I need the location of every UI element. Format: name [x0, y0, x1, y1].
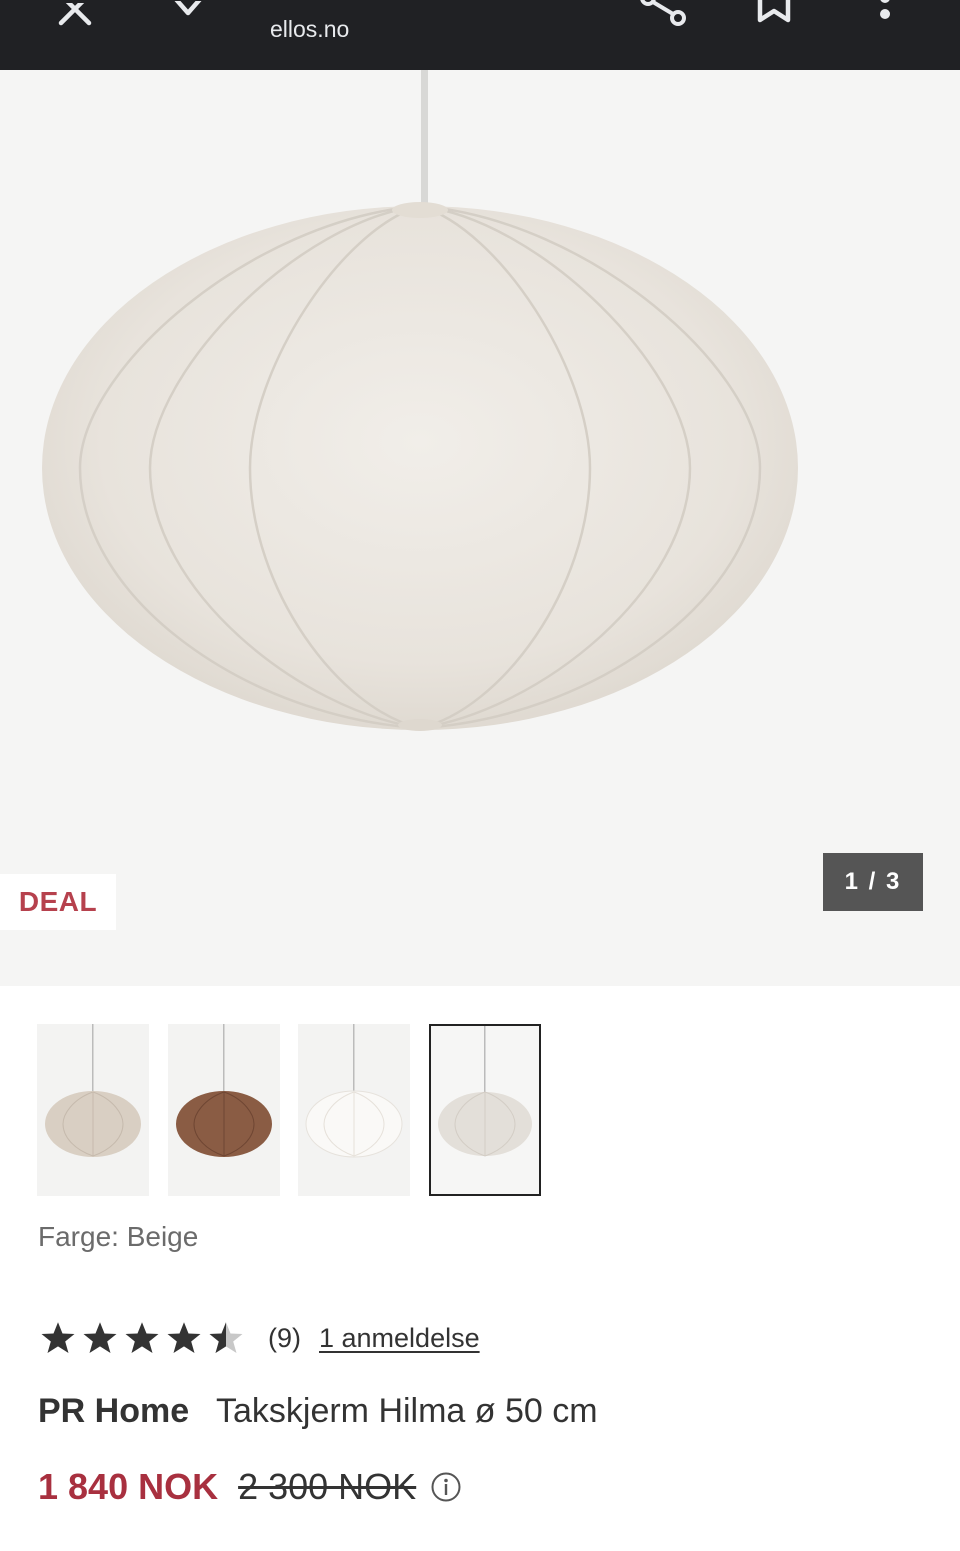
- product-title: PR Home Takskjerm Hilma ø 50 cm: [38, 1392, 598, 1431]
- thumbnail-lamp: [305, 1024, 403, 1158]
- image-counter: 1 / 3: [823, 853, 923, 911]
- rating-count: (9): [268, 1322, 301, 1353]
- product-price: 1 840 NOK 2 300 NOK: [38, 1466, 462, 1508]
- lamp-image: [42, 70, 798, 731]
- star-full-icon: [41, 1322, 75, 1353]
- close-icon[interactable]: [54, 0, 96, 30]
- thumbnail-lamp: [45, 1024, 141, 1157]
- selected-color-label: Farge: Beige: [38, 1221, 199, 1252]
- deal-badge: DEAL: [0, 874, 116, 930]
- url-text[interactable]: ellos.no: [270, 16, 349, 43]
- thumbnail-lamp: [176, 1024, 272, 1157]
- star-full-icon: [83, 1322, 117, 1353]
- product-name: Takskjerm Hilma ø 50 cm: [215, 1392, 598, 1430]
- star-full-icon: [167, 1322, 201, 1353]
- info-icon[interactable]: [430, 1471, 462, 1503]
- product-rating: (9) 1 anmeldelse: [40, 1318, 480, 1358]
- star-half-icon: [209, 1322, 243, 1353]
- original-price: 2 300 NOK: [238, 1466, 417, 1507]
- thumbnail-light-beige-selected[interactable]: [429, 1024, 541, 1196]
- thumbnail-lamp: [438, 1026, 532, 1157]
- thumbnail-beige[interactable]: [37, 1024, 149, 1196]
- thumbnail-brown[interactable]: [168, 1024, 280, 1196]
- reviews-link[interactable]: 1 anmeldelse: [319, 1323, 480, 1354]
- sale-price: 1 840 NOK: [38, 1466, 219, 1507]
- more-vert-icon[interactable]: [872, 0, 898, 26]
- browser-toolbar: ellos.no: [0, 0, 960, 70]
- product-image-carousel[interactable]: [0, 70, 960, 986]
- bookmark-icon[interactable]: [754, 0, 794, 24]
- star-full-icon: [125, 1322, 159, 1353]
- product-brand[interactable]: PR Home: [38, 1392, 189, 1430]
- thumbnail-white[interactable]: [298, 1024, 410, 1196]
- chevron-down-icon[interactable]: [168, 0, 208, 20]
- share-icon[interactable]: [638, 0, 688, 28]
